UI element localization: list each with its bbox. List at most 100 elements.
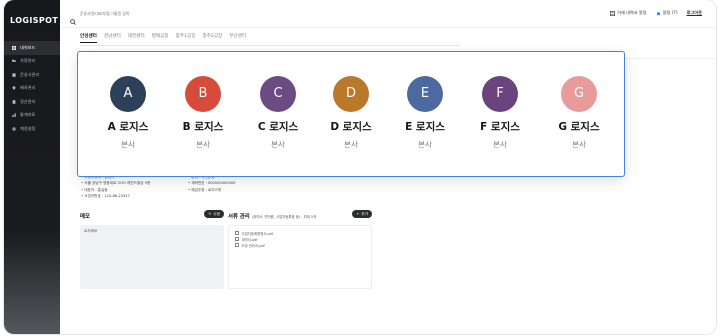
company-option-e[interactable]: E E 로지스 본사 — [388, 52, 462, 178]
company-name: E 로지스 — [405, 121, 445, 133]
sidebar-item-label: 정산관리 — [20, 98, 36, 104]
file-icon — [235, 231, 239, 235]
tabs-divider — [80, 45, 460, 46]
documents-title: 서류 관리 (계약서, 면허증, 사업자등록증 등) - 최대 5개 — [228, 212, 316, 220]
sidebar-item-label: 운송사관리 — [20, 71, 40, 77]
receipt-icon — [12, 99, 16, 104]
memo-header: 메모 ✎ 수정 — [80, 210, 224, 220]
memo-textarea[interactable]: 로지메모 — [80, 225, 224, 289]
sidebar-item-label: 배차관리 — [20, 85, 36, 91]
file-icon — [235, 243, 239, 247]
info-item: 계좌번호 : 000000000000 — [188, 180, 235, 186]
company-avatar: B — [185, 76, 221, 112]
company-avatar: A — [110, 76, 146, 112]
tab-anseong[interactable]: 안성센터 — [80, 33, 97, 43]
location-pin-icon — [12, 86, 16, 91]
sidebar-item-vehicles[interactable]: 차량관리 — [4, 55, 60, 69]
screen: LOGISPOT 대쉬보드 차량관리 운송사관리 배차관리 정산관리 통계자료 … — [0, 0, 721, 336]
documents-header: 서류 관리 (계약서, 면허증, 사업자등록증 등) - 최대 5개 + 추가 — [228, 210, 372, 220]
sidebar-item-dashboard[interactable]: 대쉬보드 — [4, 41, 60, 55]
company-option-f[interactable]: F F 로지스 본사 — [463, 52, 537, 178]
company-name: G 로지스 — [558, 121, 600, 133]
company-branch: 본사 — [572, 140, 586, 149]
company-branch: 본사 — [121, 140, 135, 149]
sidebar-item-label: 통계자료 — [20, 112, 36, 118]
company-avatar: C — [260, 76, 296, 112]
documents-add-button[interactable]: + 추가 — [352, 210, 372, 218]
sidebar: LOGISPOT 대쉬보드 차량관리 운송사관리 배차관리 정산관리 통계자료 … — [4, 0, 60, 334]
building-icon — [12, 73, 16, 77]
notifications-label: 알림 (7) — [662, 10, 678, 15]
documents-add-label: 추가 — [361, 211, 368, 216]
search-input[interactable] — [80, 9, 270, 18]
company-branch: 본사 — [344, 140, 358, 149]
company-branch: 본사 — [196, 140, 210, 149]
company-option-c[interactable]: C C 로지스 본사 — [241, 52, 315, 178]
list-icon — [609, 10, 615, 16]
tab-chungju-2[interactable]: 충주2공장 — [202, 33, 222, 43]
company-option-g[interactable]: G G 로지스 본사 — [542, 52, 616, 178]
document-item[interactable]: 도장 관리서.pdf — [235, 242, 365, 248]
info-item: 사업자번호 : 124-86-23347 — [81, 193, 150, 199]
center-tabs: 안성센터 성남센터 대전센터 평택공장 충주1공장 충주2공장 부산센터 — [80, 33, 246, 43]
search-icon[interactable] — [70, 10, 76, 25]
sidebar-item-label: 계정설정 — [20, 125, 36, 131]
company-avatar: G — [561, 76, 597, 112]
company-branch: 본사 — [418, 140, 432, 149]
company-name: B 로지스 — [182, 121, 224, 133]
documents-subtitle: (계약서, 면허증, 사업자등록증 등) - 최대 5개 — [251, 215, 317, 219]
top-actions: 거래 내역서 알림 알림 (7) 로그아웃 — [609, 10, 702, 16]
notifications-link[interactable]: 알림 (7) — [656, 10, 678, 16]
chart-icon — [12, 113, 16, 118]
company-name: D 로지스 — [330, 121, 372, 133]
plus-icon: + — [356, 212, 360, 216]
logout-label: 로그아웃 — [686, 10, 702, 15]
company-name: C 로지스 — [257, 121, 299, 133]
dashboard-icon — [12, 45, 16, 50]
truck-icon — [12, 59, 16, 63]
sidebar-item-account[interactable]: 계정설정 — [4, 122, 60, 136]
company-name: A 로지스 — [107, 121, 149, 133]
statement-alert-link[interactable]: 거래 내역서 알림 — [609, 10, 647, 16]
document-name: 사업자등록증명서.pdf — [241, 231, 274, 236]
memo-edit-button[interactable]: ✎ 수정 — [204, 210, 224, 218]
statement-alert-label: 거래 내역서 알림 — [616, 10, 647, 15]
document-name: 도장 관리서.pdf — [241, 243, 265, 248]
sidebar-item-dispatch[interactable]: 배차관리 — [4, 82, 60, 96]
sidebar-nav: 대쉬보드 차량관리 운송사관리 배차관리 정산관리 통계자료 계정설정 — [4, 41, 60, 136]
company-branch: 본사 — [271, 140, 285, 149]
app-logo: LOGISPOT — [10, 16, 59, 25]
tab-daejeon[interactable]: 대전센터 — [128, 33, 145, 43]
documents-title-text: 서류 관리 — [228, 214, 250, 220]
tab-chungju-1[interactable]: 충주1공장 — [176, 33, 196, 43]
sidebar-item-label: 차량관리 — [20, 58, 36, 64]
document-name: 계약서.pdf — [241, 237, 258, 242]
company-name: F 로지스 — [480, 121, 520, 133]
company-branch: 본사 — [493, 140, 507, 149]
company-option-a[interactable]: A A 로지스 본사 — [91, 52, 165, 178]
documents-list: 사업자등록증명서.pdf 계약서.pdf 도장 관리서.pdf — [228, 225, 372, 289]
info-item: 서울 강남구 영동대로 OOO 레전드빌딩 5층 — [81, 180, 150, 186]
top-bar: 거래 내역서 알림 알림 (7) 로그아웃 — [60, 0, 716, 28]
file-icon — [235, 237, 239, 241]
memo-edit-label: 수정 — [213, 211, 220, 216]
sidebar-item-carriers[interactable]: 운송사관리 — [4, 68, 60, 82]
gear-icon — [12, 127, 16, 131]
company-switcher-popover: A A 로지스 본사 B B 로지스 본사 C C 로지스 본사 D D 로지스… — [77, 51, 625, 177]
bell-icon — [656, 11, 661, 16]
sidebar-item-settlement[interactable]: 정산관리 — [4, 95, 60, 109]
info-item: 예금주명 : 로지스팟 — [188, 187, 235, 193]
pencil-icon: ✎ — [208, 212, 212, 216]
tab-pyeongtaek[interactable]: 평택공장 — [152, 33, 169, 43]
tab-busan[interactable]: 부산센터 — [229, 33, 246, 43]
tab-seongnam[interactable]: 성남센터 — [104, 33, 121, 43]
company-option-b[interactable]: B B 로지스 본사 — [166, 52, 240, 178]
company-avatar: D — [333, 76, 369, 112]
memo-title: 메모 — [80, 214, 90, 220]
company-avatar: F — [482, 76, 518, 112]
sidebar-item-stats[interactable]: 통계자료 — [4, 109, 60, 123]
company-avatar: E — [407, 76, 443, 112]
sidebar-item-label: 대쉬보드 — [20, 44, 36, 50]
company-option-d[interactable]: D D 로지스 본사 — [314, 52, 388, 178]
logout-link[interactable]: 로그아웃 — [687, 10, 702, 16]
